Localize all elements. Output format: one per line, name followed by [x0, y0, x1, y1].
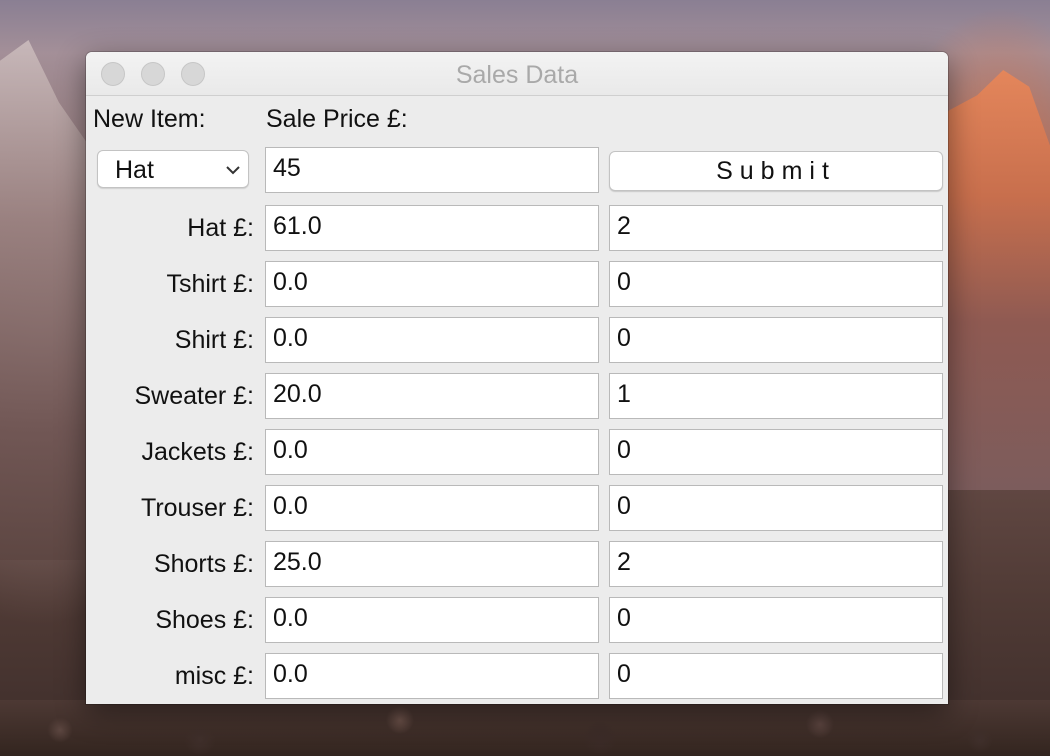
total-field-shorts[interactable]: 25.0 — [265, 541, 599, 587]
desktop-mountain-right — [946, 70, 1050, 490]
count-field-shirt[interactable]: 0 — [609, 317, 943, 363]
row-label-misc: misc £: — [174, 662, 254, 690]
row-label-tshirt: Tshirt £: — [166, 270, 254, 298]
submit-button[interactable]: Submit — [609, 151, 943, 191]
row-label-shoes: Shoes £: — [155, 606, 254, 634]
total-field-misc[interactable]: 0.0 — [265, 653, 599, 699]
count-field-shorts[interactable]: 2 — [609, 541, 943, 587]
total-field-sweater[interactable]: 20.0 — [265, 373, 599, 419]
item-select-value: Hat — [115, 156, 154, 184]
form-content: New Item: Sale Price £: Hat 45 Submit Ha… — [86, 96, 948, 704]
total-field-shirt[interactable]: 0.0 — [265, 317, 599, 363]
new-item-label: New Item: — [93, 105, 206, 133]
total-field-tshirt[interactable]: 0.0 — [265, 261, 599, 307]
row-label-sweater: Sweater £: — [134, 382, 254, 410]
count-field-shoes[interactable]: 0 — [609, 597, 943, 643]
window-title: Sales Data — [455, 61, 579, 89]
count-field-hat[interactable]: 2 — [609, 205, 943, 251]
total-field-jackets[interactable]: 0.0 — [265, 429, 599, 475]
count-field-jackets[interactable]: 0 — [609, 429, 943, 475]
row-label-shirt: Shirt £: — [174, 326, 254, 354]
sale-price-input[interactable]: 45 — [265, 147, 599, 193]
count-field-misc[interactable]: 0 — [609, 653, 943, 699]
item-select[interactable]: Hat — [97, 150, 249, 188]
row-label-jackets: Jackets £: — [141, 438, 254, 466]
count-field-tshirt[interactable]: 0 — [609, 261, 943, 307]
row-label-shorts: Shorts £: — [153, 550, 254, 578]
row-label-trouser: Trouser £: — [140, 494, 254, 522]
row-label-hat: Hat £: — [187, 214, 254, 242]
count-field-trouser[interactable]: 0 — [609, 485, 943, 531]
chevron-down-icon — [226, 166, 240, 175]
sale-price-label: Sale Price £: — [266, 105, 408, 133]
total-field-trouser[interactable]: 0.0 — [265, 485, 599, 531]
count-field-sweater[interactable]: 1 — [609, 373, 943, 419]
total-field-hat[interactable]: 61.0 — [265, 205, 599, 251]
total-field-shoes[interactable]: 0.0 — [265, 597, 599, 643]
sales-data-window: Sales Data New Item: Sale Price £: Hat 4… — [86, 52, 948, 704]
desktop-mountain-left — [0, 40, 95, 560]
title-bar[interactable]: Sales Data — [86, 52, 948, 96]
desktop-rocks — [0, 700, 1050, 756]
